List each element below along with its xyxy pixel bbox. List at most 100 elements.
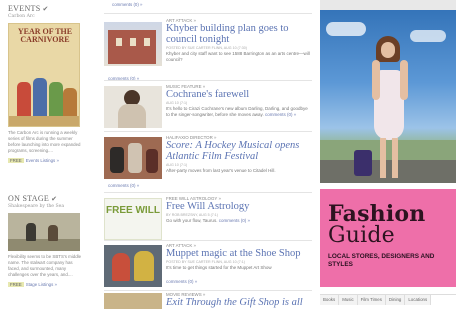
events-listings-link[interactable]: FREE Events Listings » [8, 158, 98, 163]
comments-link[interactable]: comments (0) » [104, 2, 143, 7]
article-list: comments (0) » ART ATTACK » Khyber build… [104, 0, 312, 309]
comments-link[interactable]: comments (0) » [108, 183, 139, 188]
muppet-figure [112, 253, 130, 281]
tab-locations[interactable]: Locations [405, 295, 432, 305]
onstage-heading[interactable]: ON STAGE ✔ [8, 194, 98, 203]
fashion-title-bold: Fashion [328, 201, 426, 227]
free-badge: FREE [8, 158, 24, 163]
events-heading[interactable]: EVENTS ✔ [8, 4, 98, 13]
comments-link[interactable]: comments (0) » [166, 279, 197, 284]
photo-top-strip [320, 0, 456, 10]
fashion-title-light: Guide [328, 223, 395, 248]
cloud-shape [410, 30, 446, 42]
muppet-figure [134, 251, 154, 281]
poster-figure [17, 82, 31, 118]
divider [104, 290, 312, 291]
onstage-subheading[interactable]: Shakespeare by the Sea [8, 204, 98, 209]
comments-link[interactable]: comments (0) » [265, 112, 296, 117]
stage-actor [48, 225, 58, 241]
events-blurb: The Carbon Arc is running a weekly serie… [8, 130, 81, 153]
tab-music[interactable]: Music [339, 295, 358, 305]
article-title[interactable]: Khyber building plan goes to council ton… [166, 23, 312, 45]
player-figure [110, 147, 124, 173]
events-subheading[interactable]: Carbon Arc [8, 14, 98, 19]
article-title[interactable]: Exit Through the Gift Shop is all [166, 297, 312, 308]
article-meta: posted by SUE CARTER FLINN, AUG 10 (7:1) [166, 260, 245, 264]
suitcase-shape [354, 150, 372, 176]
tab-film-times[interactable]: Film Times [357, 295, 386, 305]
article-meta: posted by SUE CARTER FLINN, AUG 10 (7:30… [166, 46, 247, 50]
poster-figure [49, 82, 63, 118]
poster-figure [33, 78, 47, 118]
stage-actor [26, 223, 36, 241]
divider [104, 192, 312, 193]
model-leg [380, 138, 386, 178]
article-summary: Go with your flow, Taurus. comments (0) … [166, 218, 312, 224]
building-shape [108, 30, 156, 64]
fashion-photo[interactable] [320, 0, 456, 183]
events-section: EVENTS ✔ Carbon Arc YEAR OF THE CARNIVORE… [8, 4, 98, 163]
article-thumbnail[interactable]: FREE WILL [104, 198, 162, 240]
article-thumbnail[interactable] [104, 86, 162, 128]
article-summary: It's time to get things started for the … [166, 265, 272, 270]
player-figure [146, 149, 158, 173]
trees-shape [320, 140, 456, 160]
divider [104, 131, 312, 132]
fashion-guide-title: Fashion Guide [328, 203, 425, 247]
model-arm [400, 60, 408, 100]
cloud-shape [326, 22, 366, 36]
article-comments: comments (0) » [108, 183, 139, 189]
article-title[interactable]: Cochrane's farewell [166, 89, 312, 100]
stage-listings-label[interactable]: Stage Listings » [26, 282, 57, 287]
article-title[interactable]: Free Will Astrology [166, 201, 312, 212]
check-icon: ✔ [42, 5, 49, 13]
article-meta: by ROB BREZSNY, Aug 5 (7:1) [166, 213, 218, 217]
events-heading-label[interactable]: EVENTS [8, 4, 40, 13]
article-summary-text: Go with your flow, Taurus. [166, 218, 218, 223]
article-thumbnail[interactable] [104, 293, 162, 309]
left-sidebar: EVENTS ✔ Carbon Arc YEAR OF THE CARNIVORE… [8, 0, 98, 309]
article-meta: AUG 10 (7:1) [166, 163, 188, 167]
divider [104, 240, 312, 241]
fashion-guide-banner[interactable]: Fashion Guide LOCAL STORES, DESIGNERS AN… [320, 189, 456, 287]
stage-listings-link[interactable]: FREE Stage Listings » [8, 282, 98, 287]
onstage-blurb: Flexibility seems to be SBTS's middle na… [8, 254, 82, 277]
poster-title: YEAR OF THE CARNIVORE [17, 27, 73, 44]
onstage-section: ON STAGE ✔ Shakespeare by the Sea Flexibi… [8, 194, 98, 287]
fashion-guide-subtitle: LOCAL STORES, DESIGNERS AND STYLES [328, 253, 435, 268]
article-summary: It's hello to Cirazi Cochrane's new albu… [166, 106, 312, 118]
poster-ground [9, 116, 79, 126]
events-listings-label[interactable]: Events Listings » [26, 158, 59, 163]
article-summary: After-party moves from last year's venue… [166, 168, 276, 173]
events-poster-image[interactable]: YEAR OF THE CARNIVORE [8, 23, 80, 127]
player-figure [128, 143, 142, 173]
right-sidebar: Fashion Guide LOCAL STORES, DESIGNERS AN… [320, 0, 456, 309]
divider [104, 13, 312, 14]
window-shape [144, 38, 150, 46]
poster-figure [63, 88, 77, 118]
directory-tabs: Books Music Film Times Dining Locations [320, 294, 456, 305]
article-meta: AUG 10 (7:1) [166, 101, 188, 105]
check-icon: ✔ [51, 195, 58, 203]
divider [104, 80, 312, 81]
article-comments: comments (0) » [166, 279, 197, 285]
article-comments: comments (0) » [108, 76, 139, 82]
model-leg [392, 138, 398, 178]
article-summary: Khyber and city staff want to see 1588 B… [166, 51, 310, 62]
window-shape [130, 38, 136, 46]
article-title[interactable]: Score: A Hockey Musical opens Atlantic F… [166, 140, 312, 162]
onstage-heading-label[interactable]: ON STAGE [8, 194, 49, 203]
portrait-body [118, 104, 146, 128]
onstage-image[interactable] [8, 213, 80, 251]
tab-dining[interactable]: Dining [385, 295, 406, 305]
article-title[interactable]: Muppet magic at the Shoe Shop [166, 248, 312, 259]
stage-ground [8, 239, 80, 251]
window-shape [116, 38, 122, 46]
road-shape [320, 160, 456, 183]
article-thumbnail[interactable] [104, 137, 162, 179]
tab-books[interactable]: Books [320, 295, 340, 305]
article-thumbnail[interactable] [104, 245, 162, 287]
comments-link[interactable]: comments (0) » [219, 218, 250, 223]
model-arm [372, 60, 380, 100]
article-thumbnail[interactable] [104, 22, 162, 66]
